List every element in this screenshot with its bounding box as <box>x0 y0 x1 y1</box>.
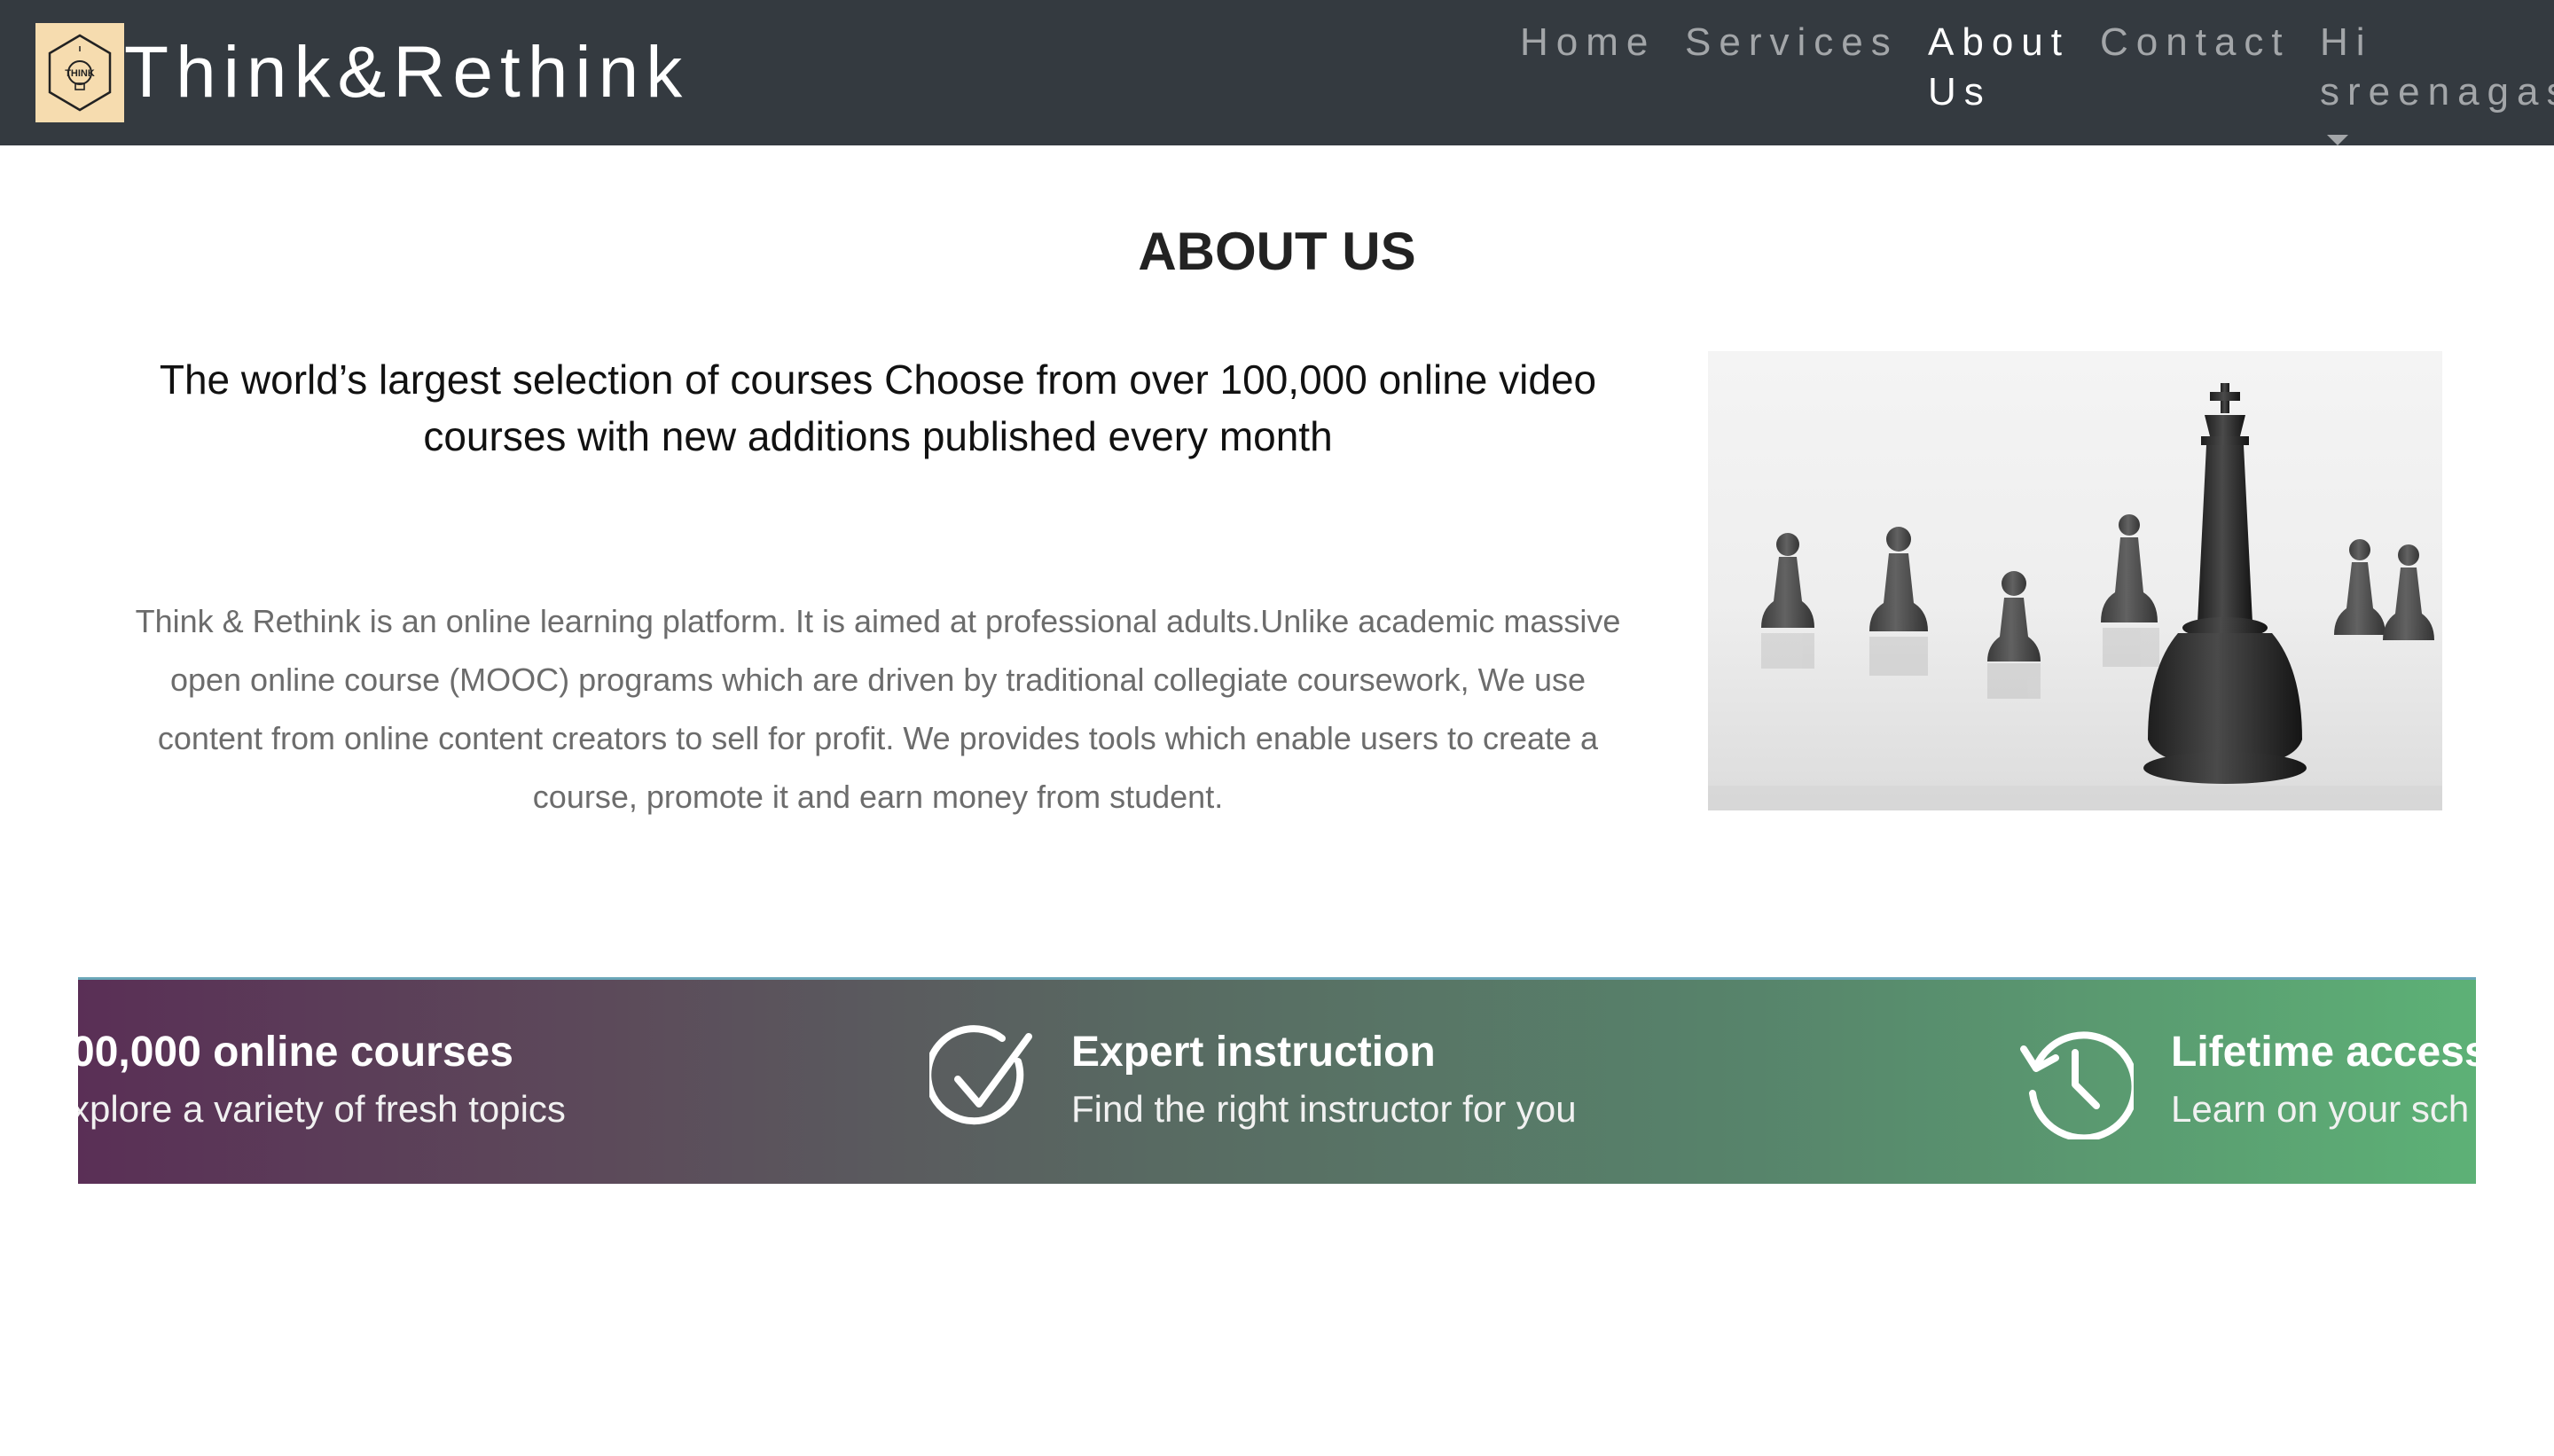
page-title: ABOUT US <box>1138 222 1416 281</box>
feature-courses-subtitle: xplore a variety of fresh topics <box>78 1088 566 1130</box>
feature-lifetime-subtitle: Learn on your sch <box>2171 1088 2470 1130</box>
feature-expert-title: Expert instruction <box>1071 1029 1436 1076</box>
nav-contact-label: Contact <box>2100 20 2291 64</box>
history-clock-icon <box>2020 1031 2134 1139</box>
logo-text: THINK <box>65 68 95 79</box>
nav-about-label-line2: Us <box>1928 70 1992 114</box>
chess-image <box>1708 351 2442 810</box>
nav-about-us[interactable]: About Us <box>1928 18 2070 117</box>
brand-name[interactable]: Think&Rethink <box>124 30 689 115</box>
nav-home[interactable]: Home <box>1520 18 1656 67</box>
dropdown-caret-icon[interactable] <box>2327 135 2348 145</box>
about-description: Think & Rethink is an online learning pl… <box>135 603 1621 815</box>
feature-expert-subtitle: Find the right instructor for you <box>1071 1088 1577 1130</box>
nav-services[interactable]: Services <box>1685 18 1899 67</box>
check-circle-icon <box>929 1025 1032 1125</box>
nav-home-label: Home <box>1520 20 1657 64</box>
nav-user-greeting: Hi <box>2320 20 2373 64</box>
brand-logo[interactable]: THINK <box>35 23 124 122</box>
top-navbar: THINK Think&Rethink Home Services About … <box>0 0 2554 145</box>
feature-courses-title: 00,000 online courses <box>78 1029 513 1076</box>
lead-text: The world’s largest selection of courses… <box>159 356 1597 459</box>
nav-about-label-line1: About <box>1928 20 2070 64</box>
nav-user-menu[interactable]: Hi sreenagas <box>2320 18 2554 117</box>
features-banner: 00,000 online courses xplore a variety o… <box>78 977 2476 1184</box>
feature-lifetime-title: Lifetime access <box>2171 1029 2476 1076</box>
nav-services-label: Services <box>1685 20 1899 64</box>
lightbulb-logo-icon: THINK <box>48 34 112 112</box>
nav-user-name: sreenagas <box>2320 70 2554 114</box>
nav-contact[interactable]: Contact <box>2100 18 2291 67</box>
